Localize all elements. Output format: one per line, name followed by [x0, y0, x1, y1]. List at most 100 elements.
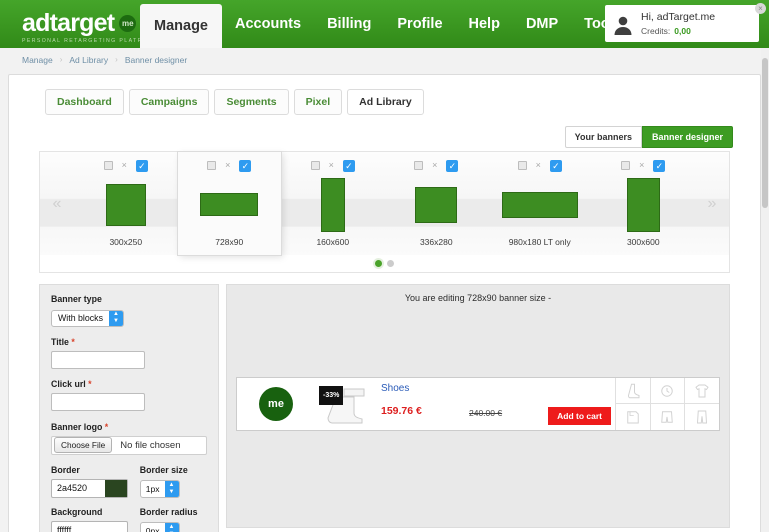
background-label: Background	[51, 506, 103, 517]
banner-designer-button[interactable]: Banner designer	[641, 126, 733, 148]
checkbox-checked-icon[interactable]: ✓	[653, 159, 666, 172]
carousel-prev-icon[interactable]: «	[40, 152, 74, 255]
banner-logo-file-input[interactable]: Choose File No file chosen	[51, 435, 207, 455]
close-icon[interactable]: ×	[329, 161, 334, 170]
field-banner-logo: Banner logo * Choose File No file chosen	[51, 422, 207, 455]
close-icon[interactable]: ×	[122, 161, 127, 170]
border-radius-select[interactable]: 0px ▲▼	[139, 521, 180, 532]
product-title[interactable]: Shoes	[381, 383, 409, 394]
tab-segments[interactable]: Segments	[214, 89, 289, 115]
thumb-shirt-icon[interactable]	[684, 378, 719, 404]
close-icon[interactable]: ×	[755, 3, 766, 14]
checkbox-checked-icon[interactable]: ✓	[135, 159, 148, 172]
banner-thumb	[501, 191, 578, 218]
product-old-price: 240.00 €	[469, 408, 503, 418]
breadcrumb-item-ad-library[interactable]: Ad Library	[69, 55, 108, 65]
breadcrumb: Manage › Ad Library › Banner designer	[0, 48, 769, 71]
content-panel: Dashboard Campaigns Segments Pixel Ad Li…	[8, 74, 761, 532]
breadcrumb-separator-icon: ›	[115, 55, 118, 64]
banner-type-select[interactable]: With blocks ▲ ▼	[51, 309, 124, 327]
nav-item-dmp[interactable]: DMP	[513, 0, 571, 48]
banner-size-label: 160x600	[316, 237, 350, 247]
user-info: Hi, adTarget.me Credits: 0,00	[641, 11, 715, 37]
checkbox-checked-icon[interactable]: ✓	[342, 159, 355, 172]
add-to-cart-button[interactable]: Add to cart	[548, 407, 611, 425]
tab-ad-library[interactable]: Ad Library	[347, 89, 424, 115]
checkbox-checked-icon[interactable]: ✓	[446, 159, 459, 172]
nav-item-manage[interactable]: Manage	[140, 4, 222, 48]
user-credits: Credits: 0,00	[641, 25, 715, 37]
border-color-input[interactable]: 2a4520	[51, 478, 128, 498]
banner-type-value: With blocks	[58, 313, 103, 323]
gear-icon[interactable]	[414, 161, 424, 170]
banner-logo-area: me	[237, 378, 315, 430]
credits-value: 0,00	[674, 25, 691, 36]
gear-icon[interactable]	[621, 161, 631, 170]
breadcrumb-item-banner-designer[interactable]: Banner designer	[125, 55, 187, 65]
close-icon[interactable]: ×	[225, 161, 230, 170]
banner-card-980x180[interactable]: × ✓ 980x180 LT only	[488, 152, 592, 255]
border-size-select[interactable]: 1px ▲ ▼	[139, 479, 180, 498]
tab-dashboard[interactable]: Dashboard	[45, 89, 124, 115]
chevron-updown-icon: ▲▼	[108, 310, 123, 326]
user-greeting: Hi, adTarget.me	[641, 10, 716, 23]
tab-pixel[interactable]: Pixel	[293, 89, 343, 115]
gear-icon[interactable]	[207, 161, 217, 170]
thumb-boot-icon[interactable]	[615, 378, 650, 404]
banner-card-tools: × ✓	[310, 159, 355, 172]
banner-thumb	[415, 186, 458, 223]
close-icon[interactable]: ×	[639, 161, 644, 170]
choose-file-button[interactable]: Choose File	[54, 437, 113, 453]
brand-row: adtarget me	[22, 10, 140, 36]
checkbox-checked-icon[interactable]: ✓	[239, 159, 252, 172]
thumb-pants-icon[interactable]	[684, 404, 719, 430]
banner-thumb	[626, 177, 660, 232]
title-label-text: Title	[51, 336, 69, 347]
checkbox-checked-icon[interactable]: ✓	[549, 159, 562, 172]
carousel-next-icon[interactable]: »	[695, 152, 729, 255]
banner-card-300x600[interactable]: × ✓ 300x600	[592, 152, 696, 255]
gear-icon[interactable]	[310, 161, 320, 170]
nav-item-help[interactable]: Help	[456, 0, 513, 48]
pagination-dot-2[interactable]	[387, 260, 394, 267]
border-label: Border	[51, 464, 80, 475]
brand-logo[interactable]: adtarget me PERSONAL RETARGETING PLATFOR…	[0, 10, 159, 48]
breadcrumb-item-manage[interactable]: Manage	[22, 55, 53, 65]
click-url-label-text: Click url	[51, 379, 86, 389]
banner-card-160x600[interactable]: × ✓ 160x600	[281, 152, 385, 255]
banner-card-336x280[interactable]: × ✓ 336x280	[385, 152, 489, 255]
brand-tagline: PERSONAL RETARGETING PLATFORM	[22, 38, 159, 44]
banner-card-728x90[interactable]: × ✓ 728x90	[177, 152, 281, 255]
title-input[interactable]	[51, 350, 145, 369]
thumb-watch-icon[interactable]	[649, 378, 685, 404]
nav-item-accounts[interactable]: Accounts	[222, 0, 314, 48]
tab-campaigns[interactable]: Campaigns	[128, 89, 210, 115]
thumb-shorts-icon[interactable]	[649, 404, 685, 430]
title-label: Title *	[51, 337, 207, 347]
banner-card-300x250[interactable]: × ✓ 300x250	[74, 152, 178, 255]
click-url-label: Click url *	[51, 379, 207, 389]
banner-size-label: 300x250	[109, 237, 143, 247]
close-icon[interactable]: ×	[536, 161, 541, 170]
close-icon[interactable]: ×	[432, 161, 437, 170]
click-url-input[interactable]	[51, 393, 145, 411]
nav-item-billing[interactable]: Billing	[314, 0, 384, 48]
field-click-url: Click url *	[51, 379, 207, 412]
background-color-input[interactable]: ffffff	[51, 520, 128, 532]
gear-icon[interactable]	[103, 161, 113, 170]
border-color-swatch[interactable]	[104, 479, 127, 497]
page-scrollbar[interactable]	[761, 48, 769, 532]
banner-thumb	[105, 183, 146, 226]
pagination-dot-1[interactable]	[375, 260, 382, 267]
user-account-box[interactable]: Hi, adTarget.me Credits: 0,00	[605, 5, 759, 42]
scrollbar-thumb[interactable]	[762, 58, 768, 208]
field-banner-type: Banner type With blocks ▲ ▼	[51, 294, 207, 327]
thumb-bag-icon[interactable]	[615, 404, 650, 430]
background-color-value: ffffff	[57, 525, 72, 532]
gear-icon[interactable]	[517, 161, 527, 170]
nav-item-profile[interactable]: Profile	[384, 0, 455, 48]
banner-preview-pane: You are editing 728x90 banner size - me …	[226, 284, 730, 528]
your-banners-button[interactable]: Your banners	[564, 126, 642, 148]
banner-logo-circle: me	[259, 387, 293, 421]
required-marker: *	[71, 336, 75, 347]
